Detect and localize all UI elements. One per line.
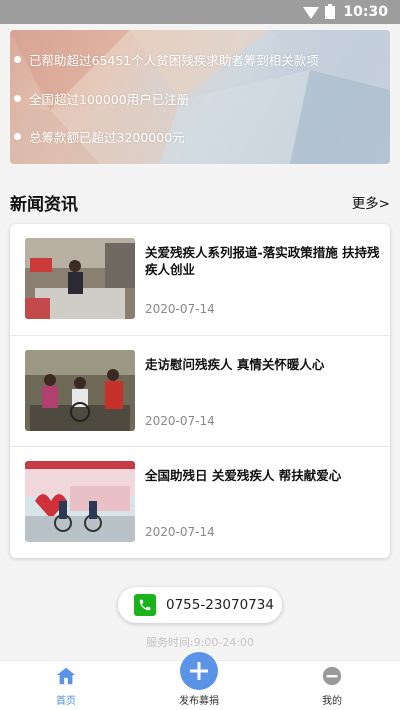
- news-item[interactable]: 全国助残日 关爱残疾人 帮扶献爱心 2020-07-14: [10, 446, 390, 557]
- banner-line: 全国超过100000用户已注册: [10, 89, 189, 108]
- bullet-icon: [14, 95, 21, 102]
- nav-home[interactable]: 首页: [16, 661, 116, 710]
- banner-text: 已帮助超过65451个人贫困残疾求助者筹到相关款项: [29, 53, 319, 68]
- news-list: 关爱残疾人系列报道-落实政策措施 扶持残疾人创业 2020-07-14 走访慰问…: [10, 224, 390, 558]
- news-item[interactable]: 关爱残疾人系列报道-落实政策措施 扶持残疾人创业 2020-07-14: [10, 224, 390, 335]
- more-link[interactable]: 更多>: [352, 192, 390, 212]
- news-date: 2020-07-14: [145, 302, 215, 316]
- phone-contact-button[interactable]: 0755-23070734: [118, 587, 282, 623]
- profile-icon: [322, 666, 342, 686]
- news-date: 2020-07-14: [145, 414, 215, 428]
- nav-mine-label: 我的: [322, 696, 342, 707]
- section-title: 新闻资讯: [10, 194, 78, 215]
- status-time: 10:30: [343, 4, 388, 20]
- plus-icon: [190, 662, 208, 680]
- nav-mine[interactable]: 我的: [282, 661, 382, 710]
- status-bar: 10:30: [0, 0, 400, 24]
- news-thumbnail: [25, 238, 135, 319]
- nav-publish-label: 发布募捐: [179, 696, 219, 707]
- news-item[interactable]: 走访慰问残疾人 真情关怀暖人心 2020-07-14: [10, 335, 390, 446]
- battery-icon: [325, 3, 336, 19]
- phone-number: 0755-23070734: [166, 597, 274, 613]
- home-icon: [56, 667, 76, 685]
- news-title: 关爱残疾人系列报道-落实政策措施 扶持残疾人创业: [145, 245, 380, 277]
- news-thumbnail: [25, 350, 135, 431]
- publish-button[interactable]: [180, 652, 218, 690]
- bullet-icon: [14, 133, 21, 140]
- banner-text: 全国超过100000用户已注册: [29, 92, 190, 107]
- banner-line: 总筹款额已超过3200000元: [10, 127, 185, 146]
- news-section-header: 新闻资讯 更多>: [10, 190, 390, 215]
- nav-home-label: 首页: [56, 696, 76, 707]
- stats-banner[interactable]: 已帮助超过65451个人贫困残疾求助者筹到相关款项 全国超过100000用户已注…: [10, 30, 390, 164]
- bullet-icon: [14, 56, 21, 63]
- service-hours: 服务时间:9:00-24:00: [145, 636, 255, 649]
- news-title: 全国助残日 关爱残疾人 帮扶献爱心: [145, 468, 342, 483]
- banner-line: 已帮助超过65451个人贫困残疾求助者筹到相关款项: [10, 50, 319, 69]
- news-thumbnail: [25, 461, 135, 542]
- news-title: 走访慰问残疾人 真情关怀暖人心: [145, 357, 325, 372]
- news-date: 2020-07-14: [145, 525, 215, 539]
- phone-icon: [134, 594, 156, 616]
- banner-text: 总筹款额已超过3200000元: [29, 130, 185, 145]
- wifi-icon: [303, 7, 320, 19]
